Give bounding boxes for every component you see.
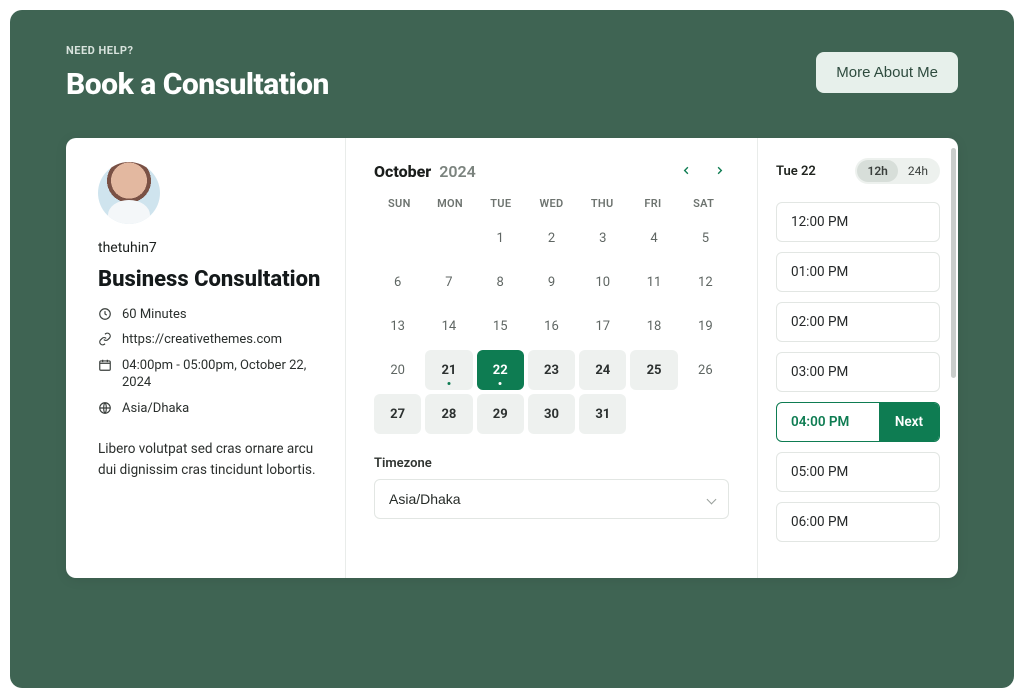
time-slot[interactable]: 03:00 PM (776, 352, 940, 392)
meta-timezone: Asia/Dhaka (98, 400, 321, 418)
day-10: 10 (579, 262, 626, 302)
dow-fri: FRI (628, 197, 679, 210)
format-12h[interactable]: 12h (857, 160, 897, 182)
chevron-right-icon (714, 165, 725, 176)
day-22[interactable]: 22 (477, 350, 524, 390)
time-slot-label: 12:00 PM (791, 214, 848, 230)
day-16: 16 (528, 306, 575, 346)
dow-wed: WED (526, 197, 577, 210)
more-about-me-button[interactable]: More About Me (816, 52, 958, 93)
meta-schedule: 04:00pm - 05:00pm, October 22, 2024 (98, 357, 321, 392)
day-empty (425, 218, 472, 258)
dow-tue: TUE (475, 197, 526, 210)
dow-thu: THU (577, 197, 628, 210)
chevron-left-icon (681, 165, 692, 176)
month-label: October (374, 162, 431, 181)
selected-day-label: Tue 22 (776, 164, 816, 179)
time-slot-label: 06:00 PM (791, 514, 848, 530)
meta-link-text: https://creativethemes.com (122, 331, 282, 349)
info-panel: thetuhin7 Business Consultation 60 Minut… (66, 138, 346, 578)
next-month-button[interactable] (710, 160, 729, 183)
day-29[interactable]: 29 (477, 394, 524, 434)
timezone-select[interactable]: Asia/Dhaka (374, 479, 729, 519)
slots-panel: Tue 22 12h 24h 12:00 PM 01:00 PM 02:00 PM 0… (758, 138, 958, 578)
day-13: 13 (374, 306, 421, 346)
meta-duration-text: 60 Minutes (122, 306, 187, 324)
calendar-icon (98, 358, 112, 372)
meta-duration: 60 Minutes (98, 306, 321, 324)
link-icon (98, 332, 112, 346)
meta-schedule-text: 04:00pm - 05:00pm, October 22, 2024 (122, 357, 321, 392)
dow-mon: MON (425, 197, 476, 210)
description: Libero volutpat sed cras ornare arcu dui… (98, 439, 321, 481)
day-15: 15 (477, 306, 524, 346)
timezone-label: Timezone (374, 456, 729, 471)
day-14: 14 (425, 306, 472, 346)
day-23[interactable]: 23 (528, 350, 575, 390)
time-format-toggle[interactable]: 12h 24h (855, 158, 940, 184)
meta-link: https://creativethemes.com (98, 331, 321, 349)
time-slot[interactable]: 05:00 PM (776, 452, 940, 492)
day-21[interactable]: 21 (425, 350, 472, 390)
clock-icon (98, 307, 112, 321)
day-of-week-row: SUNMONTUEWEDTHUFRISAT (374, 197, 729, 210)
time-slot[interactable]: 06:00 PM (776, 502, 940, 542)
service-title: Business Consultation (98, 266, 321, 294)
day-7: 7 (425, 262, 472, 302)
time-slot-label: 02:00 PM (791, 314, 848, 330)
day-24[interactable]: 24 (579, 350, 626, 390)
day-5: 5 (682, 218, 729, 258)
time-slot[interactable]: 04:00 PM Next (776, 402, 940, 442)
day-12: 12 (682, 262, 729, 302)
day-25[interactable]: 25 (630, 350, 677, 390)
avatar (98, 162, 160, 224)
day-3: 3 (579, 218, 626, 258)
time-slot[interactable]: 02:00 PM (776, 302, 940, 342)
day-20: 20 (374, 350, 421, 390)
day-4: 4 (630, 218, 677, 258)
calendar-grid: 1234567891011121314151617181920212223242… (374, 218, 729, 434)
next-button[interactable]: Next (879, 403, 939, 441)
day-11: 11 (630, 262, 677, 302)
day-empty (630, 394, 677, 434)
time-slot-label: 04:00 PM (791, 414, 849, 430)
globe-icon (98, 401, 112, 415)
time-slot-label: 03:00 PM (791, 364, 848, 380)
dow-sat: SAT (678, 197, 729, 210)
day-28[interactable]: 28 (425, 394, 472, 434)
day-26: 26 (682, 350, 729, 390)
day-empty (374, 218, 421, 258)
dow-sun: SUN (374, 197, 425, 210)
day-30[interactable]: 30 (528, 394, 575, 434)
day-17: 17 (579, 306, 626, 346)
day-1: 1 (477, 218, 524, 258)
day-9: 9 (528, 262, 575, 302)
day-empty (682, 394, 729, 434)
day-2: 2 (528, 218, 575, 258)
day-27[interactable]: 27 (374, 394, 421, 434)
time-slot[interactable]: 12:00 PM (776, 202, 940, 242)
day-31[interactable]: 31 (579, 394, 626, 434)
time-slot-label: 05:00 PM (791, 464, 848, 480)
username: thetuhin7 (98, 240, 321, 256)
format-24h[interactable]: 24h (898, 160, 938, 182)
calendar-panel: October 2024 SUNMONTUEWEDTHUFRISAT 12345… (346, 138, 758, 578)
booking-card: thetuhin7 Business Consultation 60 Minut… (66, 138, 958, 578)
day-18: 18 (630, 306, 677, 346)
time-slot[interactable]: 01:00 PM (776, 252, 940, 292)
slot-list: 12:00 PM 01:00 PM 02:00 PM 03:00 PM 04:00 PM… (776, 202, 940, 542)
time-slot-label: 01:00 PM (791, 264, 848, 280)
day-6: 6 (374, 262, 421, 302)
day-19: 19 (682, 306, 729, 346)
day-8: 8 (477, 262, 524, 302)
year-label: 2024 (439, 162, 476, 181)
meta-timezone-text: Asia/Dhaka (122, 400, 189, 418)
prev-month-button[interactable] (677, 160, 696, 183)
